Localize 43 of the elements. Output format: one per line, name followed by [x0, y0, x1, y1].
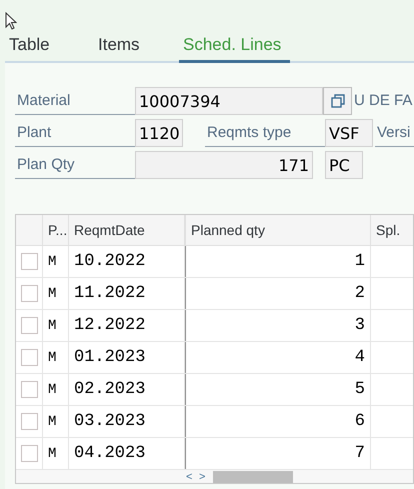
table-cell: 11.2022	[69, 278, 185, 309]
table-cell: M	[43, 406, 69, 437]
table-cell: 4	[185, 342, 371, 373]
table-cell: M	[43, 342, 69, 373]
field-label: Versi	[375, 119, 414, 147]
table-cell: M	[43, 438, 69, 469]
input-field[interactable]: 10007394	[135, 87, 323, 115]
table-cell: 7	[185, 438, 371, 469]
table-cell: M	[43, 310, 69, 341]
table-cell: M	[43, 278, 69, 309]
copy-button[interactable]	[323, 87, 352, 115]
input-field[interactable]: VSF	[325, 119, 373, 147]
input-field[interactable]: 171	[135, 151, 313, 179]
copy-icon	[330, 94, 344, 108]
table-cell: 12.2022	[69, 310, 185, 341]
row-selector[interactable]	[20, 381, 38, 398]
material-description: U DE FA	[354, 91, 412, 111]
table-cell: M	[43, 374, 69, 405]
table-cell: 04.2023	[69, 438, 185, 469]
table-cell: 02.2023	[69, 374, 185, 405]
row-selector[interactable]	[20, 253, 38, 270]
row-selector[interactable]	[20, 349, 38, 366]
table-cell: 3	[185, 310, 371, 341]
table-cell: 2	[185, 278, 371, 309]
row-selector[interactable]	[20, 285, 38, 302]
row-selector[interactable]	[20, 317, 38, 334]
table-cell: 5	[185, 374, 371, 405]
scroll-right-button[interactable]: >	[199, 470, 206, 483]
cursor-icon	[5, 12, 17, 31]
input-field[interactable]: 1120	[135, 119, 183, 147]
row-selector[interactable]	[20, 445, 38, 462]
tab[interactable]: Table	[5, 30, 94, 63]
table-cell: 6	[185, 406, 371, 437]
table-cell: 03.2023	[69, 406, 185, 437]
table-cell: M	[43, 246, 69, 277]
scrollbar-thumb[interactable]	[213, 471, 293, 483]
row-selector[interactable]	[20, 413, 38, 430]
scroll-left-button[interactable]: <	[186, 470, 192, 483]
table-cell: 1	[185, 246, 371, 277]
table-cell: 01.2023	[69, 342, 185, 373]
tab[interactable]: Items	[94, 30, 179, 63]
input-field[interactable]: PC	[325, 151, 363, 179]
table-cell: 10.2022	[69, 246, 185, 277]
